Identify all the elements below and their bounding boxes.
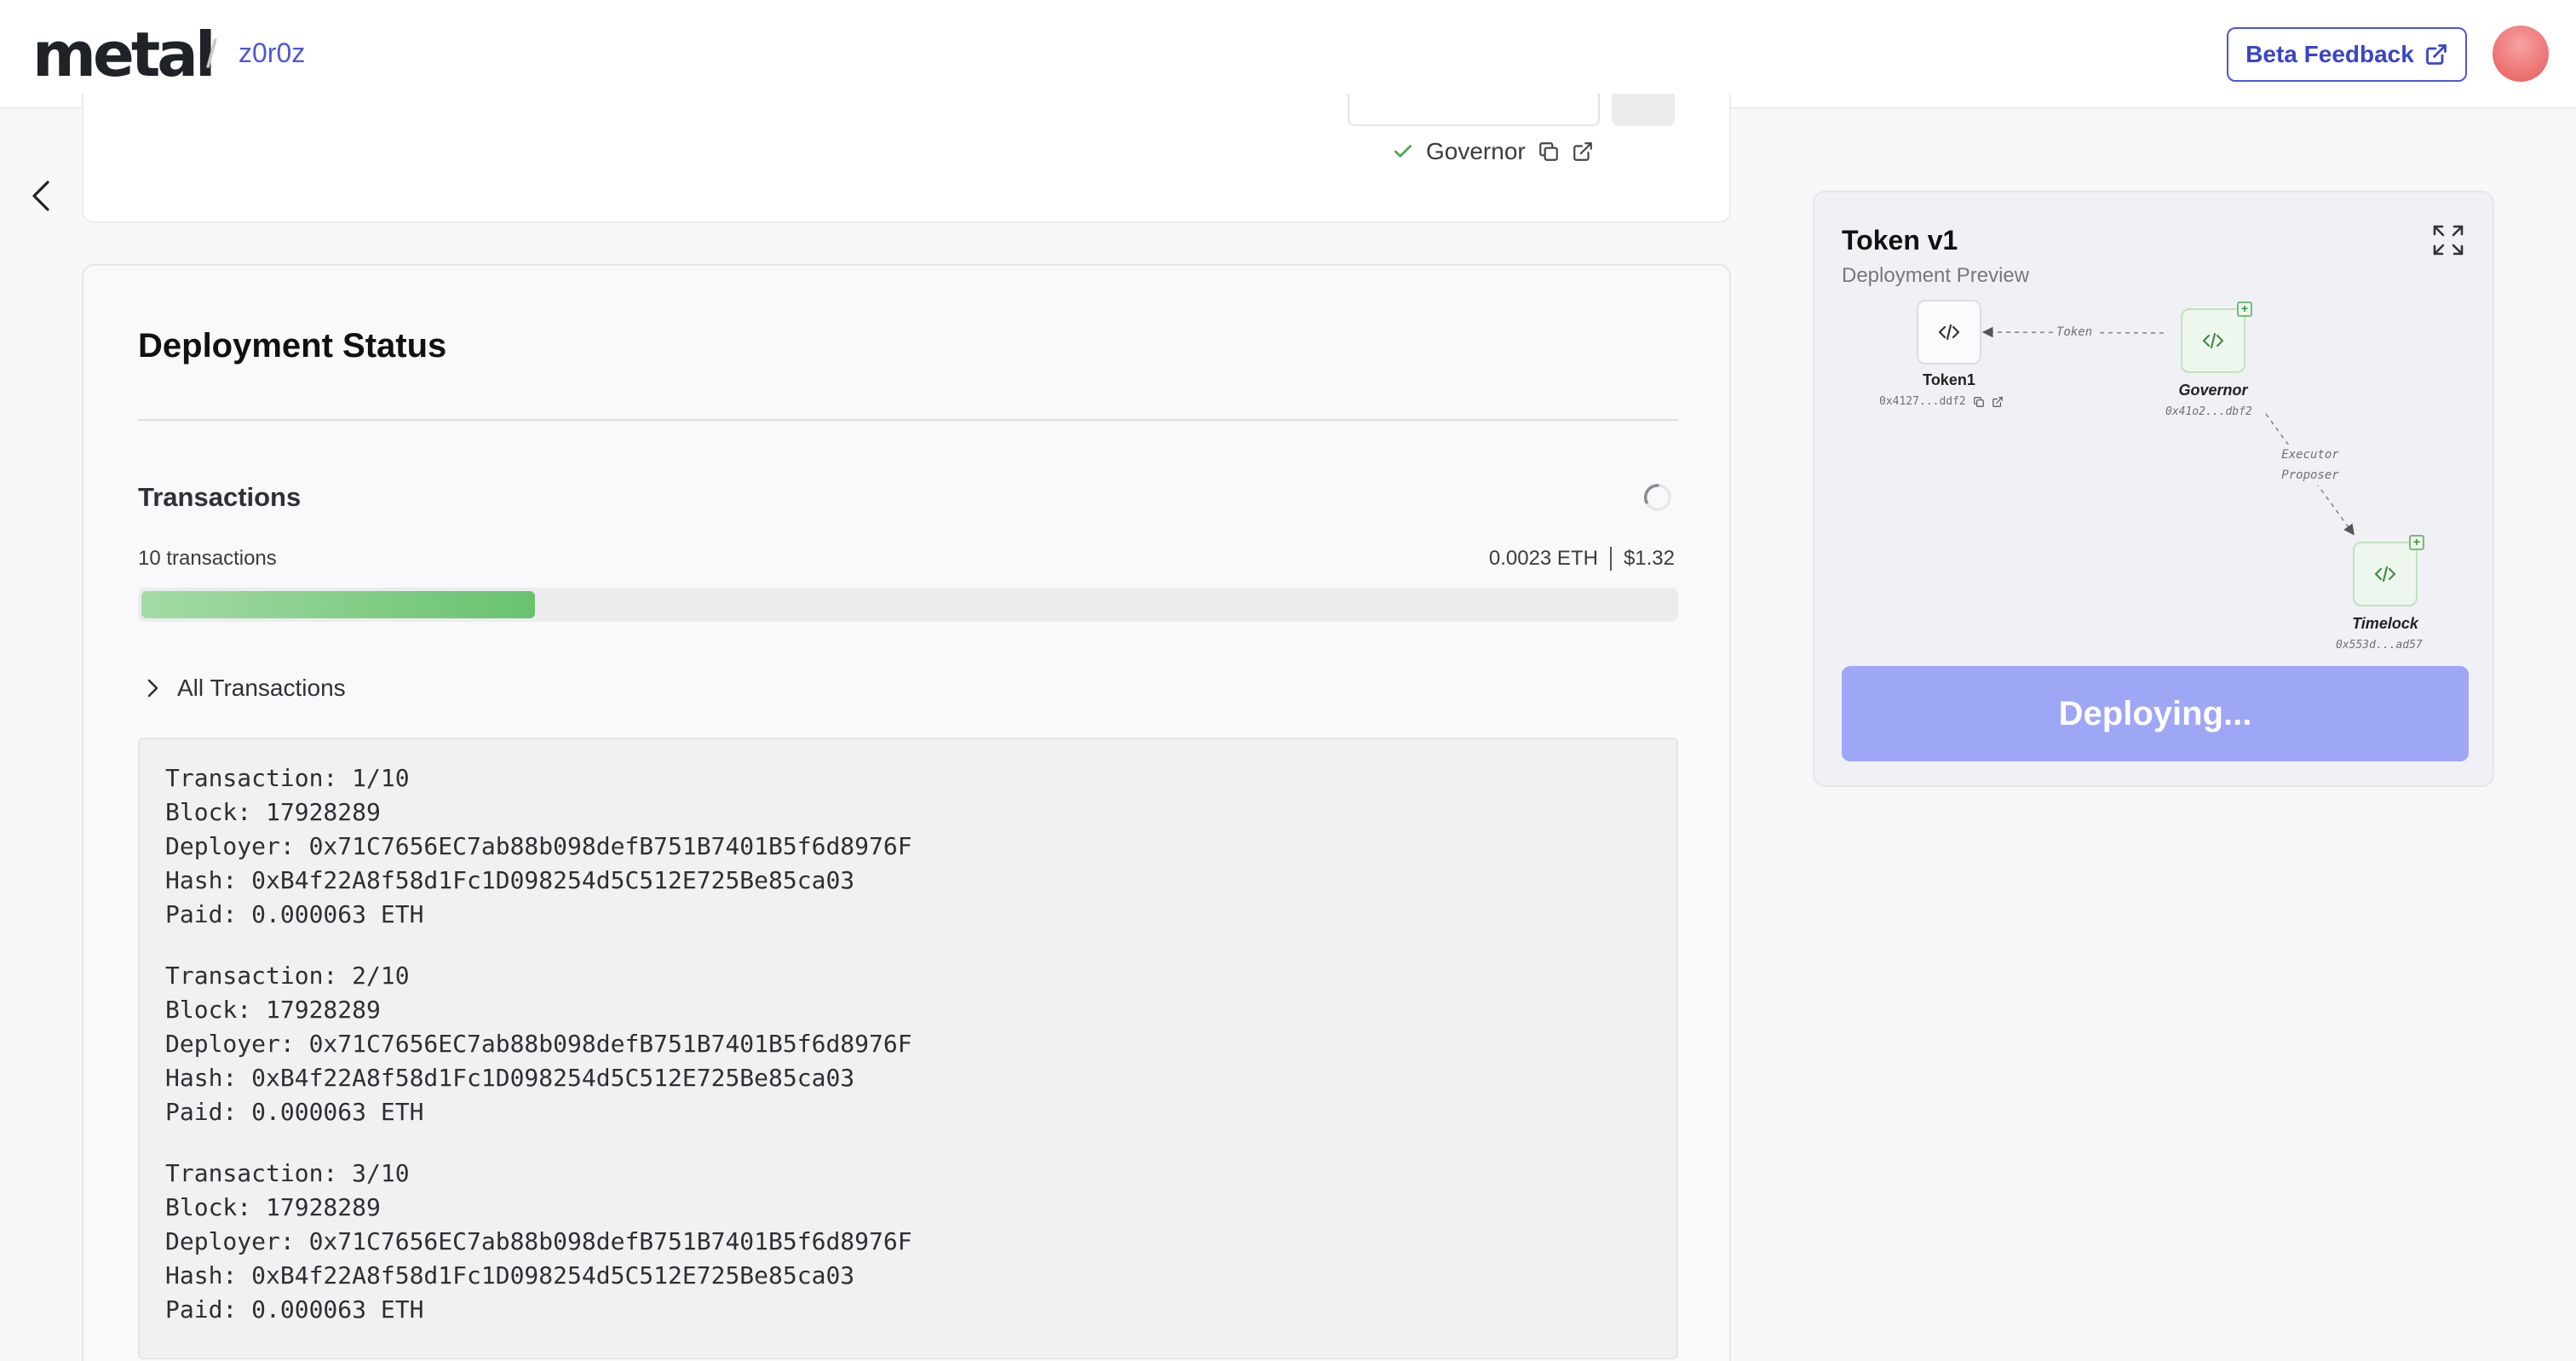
node-timelock[interactable]: + [2353, 535, 2424, 606]
transaction-log: Transaction: 1/10 Block: 17928289 Deployer… [138, 738, 1678, 1359]
token-address-text: 0x4127...ddf2 [1879, 395, 1966, 408]
check-icon [1394, 145, 1412, 158]
transaction-hash: Hash: 0xB4f22A8f58d1Fc1D098254d5C512E725… [165, 1064, 855, 1092]
external-link-icon[interactable] [1572, 141, 1594, 163]
chevron-right-icon [147, 679, 158, 698]
metal-logo[interactable]: metal [32, 22, 216, 87]
code-icon [2202, 332, 2224, 349]
transaction-deployer: Deployer: 0x71C7656EC7ab88b098defB751B74… [165, 832, 912, 860]
deployment-status-title: Deployment Status [138, 327, 447, 365]
beta-feedback-label: Beta Feedback [2245, 41, 2414, 67]
user-avatar[interactable] [2493, 26, 2549, 82]
deployment-progress-bar [138, 588, 1678, 622]
copy-icon[interactable] [1538, 141, 1560, 163]
loading-spinner-icon [1643, 484, 1671, 511]
edge-label-roles: Executor Proposer [2268, 445, 2353, 485]
external-link-icon[interactable] [1992, 396, 2004, 408]
transaction-block: Block: 17928289 [165, 996, 381, 1024]
governor-verified-row: Governor [1392, 135, 1594, 169]
transaction-tx: Transaction: 1/10 [165, 764, 410, 792]
transaction-tx: Transaction: 3/10 [165, 1159, 410, 1187]
transaction-tx: Transaction: 2/10 [165, 962, 410, 990]
transaction-cost: 0.0023 ETH $1.32 [1489, 547, 1675, 571]
contract-action-button[interactable] [1612, 94, 1675, 126]
edge-label-proposer: Proposer [2281, 468, 2339, 482]
copy-icon[interactable] [1973, 396, 1985, 408]
node-governor-address: 0x41o2...dbf2 [2165, 405, 2252, 418]
transaction-paid: Paid: 0.000063 ETH [165, 1098, 424, 1126]
edge-label-executor: Executor [2281, 448, 2339, 462]
transaction-count: 10 transactions [138, 547, 277, 570]
node-token-label: Token1 [1923, 371, 1975, 388]
transactions-title: Transactions [138, 482, 302, 512]
transaction-deployer: Deployer: 0x71C7656EC7ab88b098defB751B74… [165, 1030, 912, 1058]
divider [138, 419, 1678, 421]
transaction-hash: Hash: 0xB4f22A8f58d1Fc1D098254d5C512E725… [165, 1261, 855, 1289]
code-icon [1938, 324, 1960, 341]
node-governor[interactable]: + [2181, 301, 2252, 373]
all-transactions-toggle[interactable]: All Transactions [143, 675, 346, 702]
code-icon [2374, 566, 2396, 583]
breadcrumb-separator: / [206, 32, 217, 76]
breadcrumb-user[interactable]: z0r0z [239, 37, 305, 69]
eth-cost: 0.0023 ETH [1488, 547, 1598, 570]
deployment-status-card: Deployment Status Transactions 10 transa… [82, 264, 1731, 1361]
contract-config-card: Governor [82, 94, 1731, 223]
node-governor-label: Governor [2178, 382, 2248, 399]
transaction-hash: Hash: 0xB4f22A8f58d1Fc1D098254d5C512E725… [165, 866, 855, 894]
back-arrow-icon[interactable] [26, 177, 56, 215]
node-token-address: 0x4127...ddf2 [1879, 395, 2004, 408]
transaction-deployer: Deployer: 0x71C7656EC7ab88b098defB751B74… [165, 1227, 912, 1255]
deploying-button[interactable]: Deploying... [1842, 666, 2469, 761]
beta-feedback-button[interactable]: Beta Feedback [2227, 27, 2467, 82]
transaction-block: Block: 17928289 [165, 1193, 381, 1221]
progress-fill [141, 591, 536, 618]
transaction-paid: Paid: 0.000063 ETH [165, 1295, 424, 1324]
transaction-entry: Transaction: 3/10 Block: 17928289 Deployer… [165, 1157, 1651, 1327]
all-transactions-label: All Transactions [177, 675, 346, 701]
deployment-preview-panel: Token v1 Deployment Preview Token1 0x412… [1813, 191, 2494, 787]
usd-cost: $1.32 [1623, 547, 1675, 570]
transaction-entry: Transaction: 2/10 Block: 17928289 Deployer… [165, 959, 1651, 1129]
governor-label: Governor [1426, 138, 1526, 164]
new-contract-badge: + [2237, 301, 2252, 317]
top-header: metal / z0r0z Beta Feedback [0, 0, 2576, 109]
node-token[interactable] [1917, 300, 1981, 365]
cost-separator [1609, 547, 1612, 571]
contract-input[interactable] [1348, 94, 1600, 126]
new-contract-badge: + [2409, 535, 2424, 550]
transaction-entry: Transaction: 1/10 Block: 17928289 Deployer… [165, 761, 1651, 932]
external-link-icon [2425, 44, 2447, 65]
node-timelock-address: 0x553d...ad57 [2336, 639, 2423, 652]
edge-label-token: Token [2053, 322, 2096, 342]
transaction-block: Block: 17928289 [165, 798, 381, 826]
transaction-paid: Paid: 0.000063 ETH [165, 900, 424, 928]
node-timelock-label: Timelock [2352, 615, 2418, 632]
